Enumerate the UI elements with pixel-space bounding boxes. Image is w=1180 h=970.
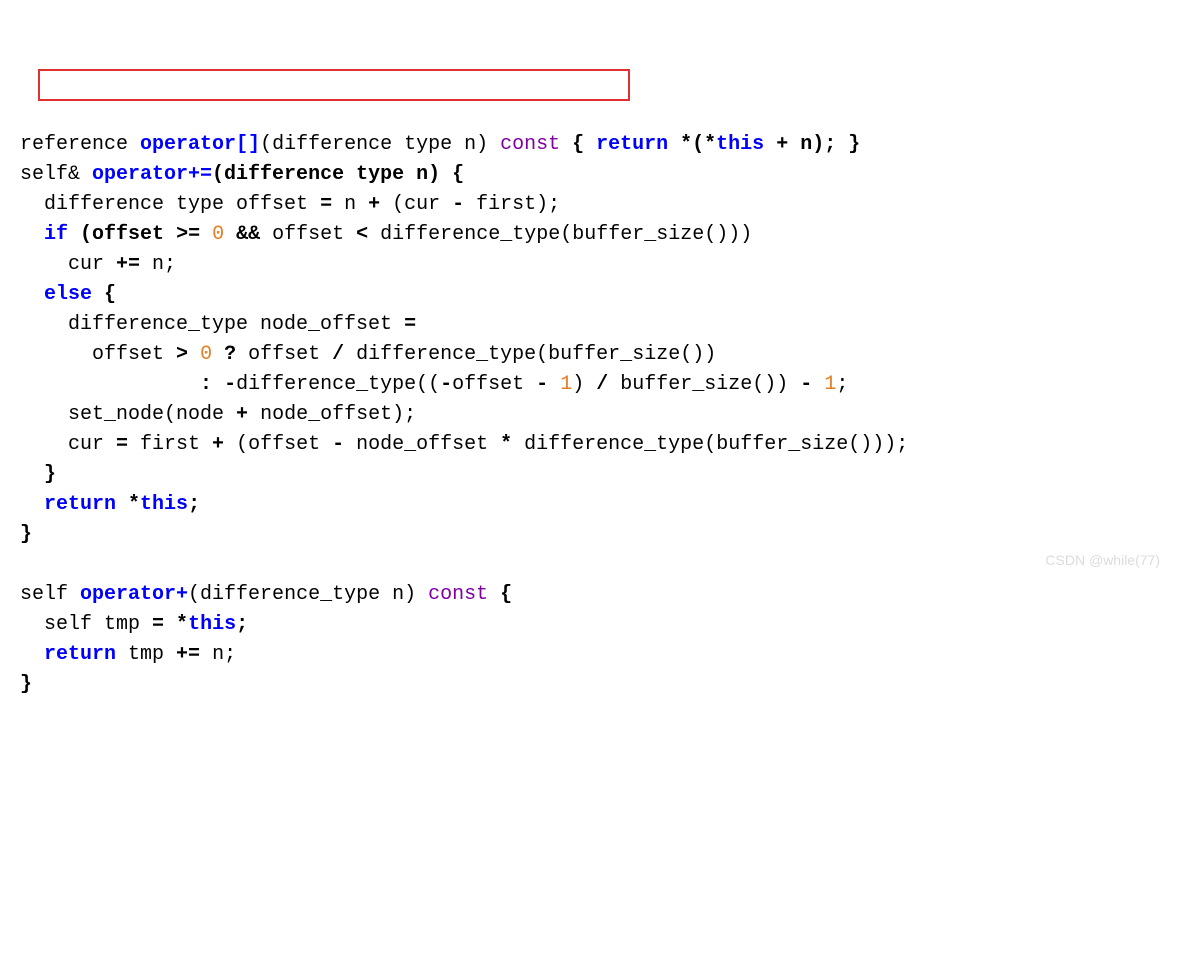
line-13: return *this; <box>20 493 200 516</box>
line-6: else { <box>20 283 116 306</box>
line-1: reference operator[](difference type n) … <box>20 133 860 156</box>
line-19: } <box>20 673 32 696</box>
line-8: offset > 0 ? offset / difference_type(bu… <box>20 343 716 366</box>
watermark: CSDN @while(77) <box>1045 550 1160 571</box>
line-3: difference type offset = n + (cur - firs… <box>20 193 560 216</box>
line-5: cur += n; <box>20 253 176 276</box>
line-9: : -difference_type((-offset - 1) / buffe… <box>20 373 848 396</box>
line-18: return tmp += n; <box>20 643 236 666</box>
line-7: difference_type node_offset = <box>20 313 416 336</box>
code-block: reference operator[](difference type n) … <box>20 130 1160 700</box>
line-11: cur = first + (offset - node_offset * di… <box>20 433 908 456</box>
line-16: self operator+(difference_type n) const … <box>20 583 512 606</box>
line-12: } <box>20 463 56 486</box>
line-14: } <box>20 523 32 546</box>
line-10: set_node(node + node_offset); <box>20 403 416 426</box>
line-2: self& operator+=(difference type n) { <box>20 163 464 186</box>
line-17: self tmp = *this; <box>20 613 248 636</box>
highlight-rectangle <box>38 69 630 101</box>
line-4: if (offset >= 0 && offset < difference_t… <box>20 223 752 246</box>
